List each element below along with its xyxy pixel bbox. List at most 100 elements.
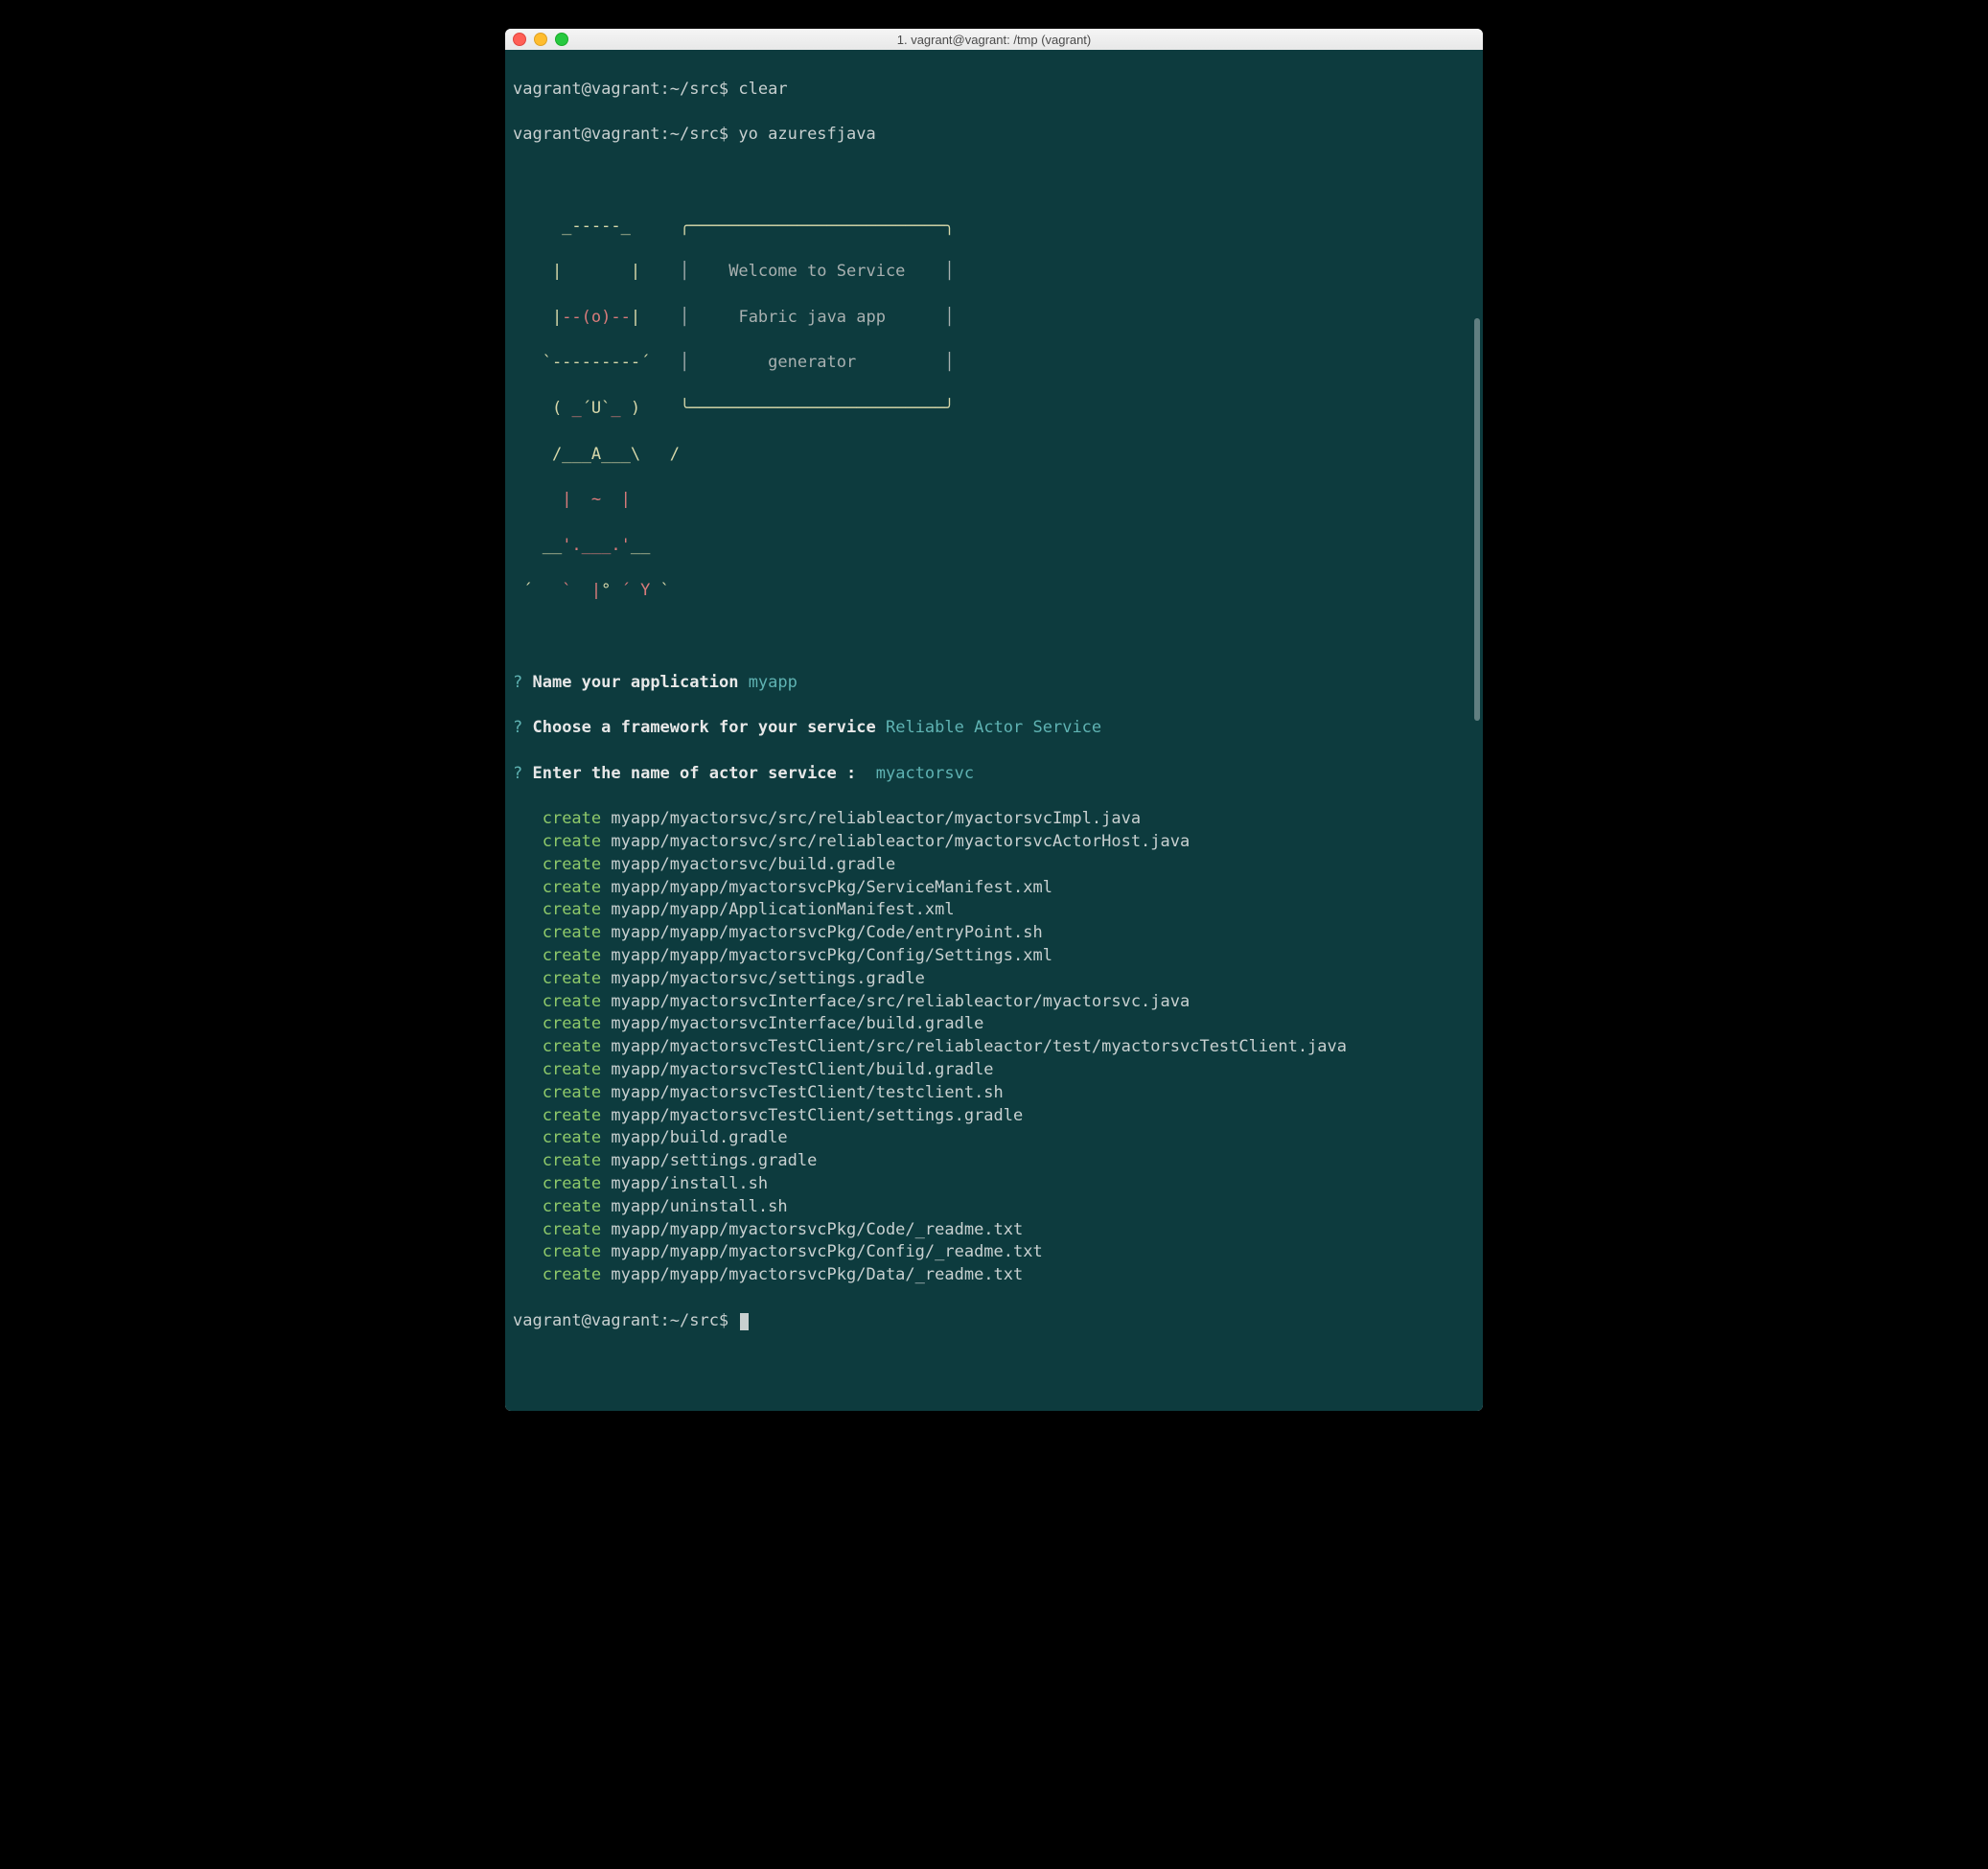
create-line: create myapp/myapp/myactorsvcPkg/Code/en…: [513, 922, 1475, 945]
command-clear: clear: [738, 80, 787, 99]
create-label: create: [543, 1060, 601, 1079]
close-icon[interactable]: [513, 33, 526, 46]
create-label: create: [543, 1220, 601, 1239]
minimize-icon[interactable]: [534, 33, 547, 46]
file-path: myapp/myactorsvcInterface/build.gradle: [601, 1014, 983, 1033]
ascii-art: ╰──────────────────────────╯: [640, 399, 955, 418]
ascii-art: __: [631, 536, 650, 555]
create-line: create myapp/myactorsvc/settings.gradle: [513, 968, 1475, 991]
file-path: myapp/myactorsvc/src/reliableactor/myact…: [601, 832, 1190, 851]
file-path: myapp/myactorsvcTestClient/testclient.sh: [601, 1083, 1004, 1102]
question-mark-icon: ?: [513, 718, 522, 737]
answer-framework: Reliable Actor Service: [886, 718, 1101, 737]
file-path: myapp/myapp/myactorsvcPkg/ServiceManifes…: [601, 878, 1052, 897]
window-title: 1. vagrant@vagrant: /tmp (vagrant): [505, 33, 1483, 47]
create-label: create: [543, 1151, 601, 1170]
created-files-list: create myapp/myactorsvc/src/reliableacto…: [513, 808, 1475, 1287]
create-line: create myapp/myactorsvcTestClient/src/re…: [513, 1036, 1475, 1059]
ascii-art: ´: [513, 581, 562, 600]
create-line: create myapp/myactorsvc/build.gradle: [513, 854, 1475, 877]
create-line: create myapp/myapp/ApplicationManifest.x…: [513, 899, 1475, 922]
ascii-art: Fabric java app: [689, 308, 944, 327]
ascii-art: (: [552, 399, 571, 418]
ascii-art: °: [601, 581, 620, 600]
ascii-art: generator: [689, 353, 944, 372]
ascii-art: __: [513, 536, 562, 555]
titlebar[interactable]: 1. vagrant@vagrant: /tmp (vagrant): [505, 29, 1483, 50]
file-path: myapp/myapp/ApplicationManifest.xml: [601, 900, 954, 919]
answer-actor-service: myactorsvc: [876, 764, 974, 783]
ascii-art: _-----_ ╭──────────────────────────╮: [513, 216, 1475, 239]
question-label: Name your application: [533, 673, 739, 692]
answer-app-name: myapp: [749, 673, 798, 692]
create-label: create: [543, 1106, 601, 1125]
command-yo: yo azuresfjava: [738, 125, 875, 144]
create-label: create: [543, 992, 601, 1011]
terminal-window: 1. vagrant@vagrant: /tmp (vagrant) vagra…: [505, 29, 1483, 1411]
zoom-icon[interactable]: [555, 33, 568, 46]
create-label: create: [543, 855, 601, 874]
create-line: create myapp/myapp/myactorsvcPkg/Config/…: [513, 945, 1475, 968]
create-label: create: [543, 878, 601, 897]
question-label: Enter the name of actor service :: [533, 764, 857, 783]
file-path: myapp/myapp/myactorsvcPkg/Config/_readme…: [601, 1242, 1043, 1261]
create-label: create: [543, 946, 601, 965]
ascii-art: │: [944, 308, 954, 327]
ascii-art: ): [621, 399, 640, 418]
create-line: create myapp/myactorsvcTestClient/testcl…: [513, 1082, 1475, 1105]
create-label: create: [543, 1242, 601, 1261]
create-label: create: [543, 1265, 601, 1284]
create-line: create myapp/myapp/myactorsvcPkg/Config/…: [513, 1241, 1475, 1264]
ascii-art: ` |: [562, 581, 601, 600]
create-label: create: [543, 1174, 601, 1193]
ascii-art: ´ Y: [621, 581, 651, 600]
file-path: myapp/install.sh: [601, 1174, 768, 1193]
question-mark-icon: ?: [513, 673, 522, 692]
create-line: create myapp/myapp/myactorsvcPkg/Data/_r…: [513, 1264, 1475, 1287]
ascii-art: |: [631, 308, 680, 327]
ascii-art: | |: [513, 262, 680, 281]
file-path: myapp/myactorsvcTestClient/settings.grad…: [601, 1106, 1023, 1125]
create-line: create myapp/myapp/myactorsvcPkg/Code/_r…: [513, 1219, 1475, 1242]
file-path: myapp/myactorsvc/src/reliableactor/myact…: [601, 809, 1141, 828]
create-label: create: [543, 969, 601, 988]
file-path: myapp/myapp/myactorsvcPkg/Data/_readme.t…: [601, 1265, 1023, 1284]
create-label: create: [543, 1037, 601, 1056]
ascii-art: `---------´: [513, 353, 680, 372]
ascii-art: ´U`: [582, 399, 612, 418]
create-line: create myapp/myactorsvc/src/reliableacto…: [513, 808, 1475, 831]
create-line: create myapp/uninstall.sh: [513, 1196, 1475, 1219]
ascii-art: /___A___\ /: [513, 444, 1475, 467]
file-path: myapp/myapp/myactorsvcPkg/Code/entryPoin…: [601, 923, 1043, 942]
file-path: myapp/myactorsvcTestClient/src/reliablea…: [601, 1037, 1347, 1056]
traffic-lights: [513, 33, 568, 46]
create-label: create: [543, 832, 601, 851]
ascii-art: │: [944, 353, 954, 372]
ascii-art: | ~ |: [562, 490, 631, 509]
ascii-art: │: [680, 262, 689, 281]
create-line: create myapp/myapp/myactorsvcPkg/Service…: [513, 877, 1475, 900]
file-path: myapp/myapp/myactorsvcPkg/Config/Setting…: [601, 946, 1052, 965]
file-path: myapp/myactorsvcInterface/src/reliableac…: [601, 992, 1190, 1011]
terminal-body[interactable]: vagrant@vagrant:~/src$ clear vagrant@vag…: [505, 50, 1483, 1411]
ascii-art: [513, 490, 562, 509]
create-label: create: [543, 900, 601, 919]
create-line: create myapp/myactorsvcInterface/src/rel…: [513, 991, 1475, 1014]
scrollbar[interactable]: [1474, 318, 1480, 721]
ascii-art: `: [650, 581, 669, 600]
prompt: vagrant@vagrant:~/src$: [513, 125, 728, 144]
ascii-art: --(o)--: [562, 308, 631, 327]
create-line: create myapp/build.gradle: [513, 1127, 1475, 1150]
ascii-art: Welcome to Service: [689, 262, 944, 281]
file-path: myapp/myactorsvc/settings.gradle: [601, 969, 925, 988]
create-label: create: [543, 1083, 601, 1102]
create-line: create myapp/install.sh: [513, 1173, 1475, 1196]
create-line: create myapp/settings.gradle: [513, 1150, 1475, 1173]
ascii-art: _: [571, 399, 581, 418]
create-label: create: [543, 1128, 601, 1147]
question-label: Choose a framework for your service: [533, 718, 876, 737]
ascii-art: '.___.': [562, 536, 631, 555]
ascii-art: |: [513, 308, 562, 327]
ascii-art: │: [680, 308, 689, 327]
ascii-art: _: [611, 399, 620, 418]
